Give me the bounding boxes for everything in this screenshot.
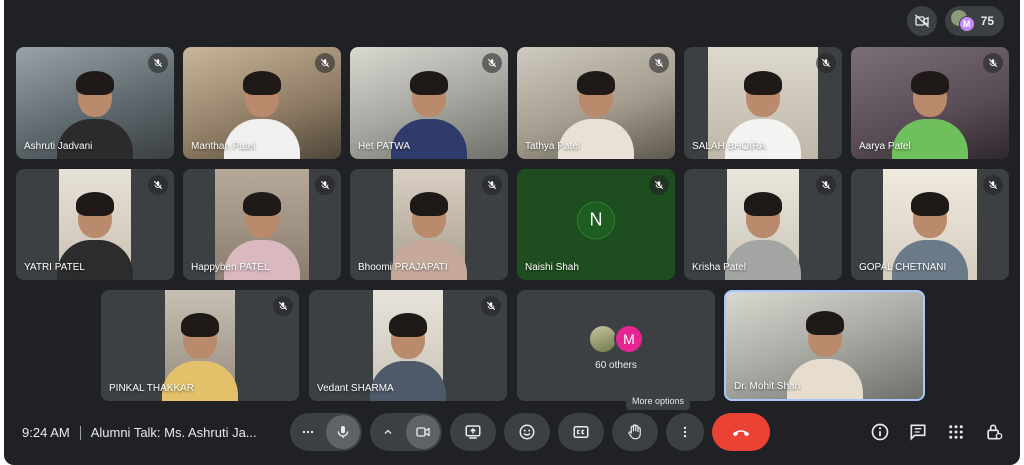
apps-grid-icon <box>949 425 963 439</box>
more-horizontal-icon <box>302 430 314 434</box>
mic-control <box>290 413 362 451</box>
others-count: 60 others <box>595 360 637 371</box>
participant-name: Krisha Patel <box>692 262 746 273</box>
chat-button[interactable] <box>904 418 932 446</box>
camera-icon <box>416 427 430 437</box>
side-panel-controls <box>866 418 1008 446</box>
meeting-window: M 75 Ashruti Jadvani Manthan Patel Het P… <box>4 0 1020 465</box>
mic-off-icon <box>816 53 836 73</box>
mic-off-icon <box>148 175 168 195</box>
audio-settings-button[interactable] <box>290 413 326 451</box>
mic-off-icon <box>482 53 502 73</box>
camera-control <box>370 413 442 451</box>
participant-tile[interactable]: PINKAL THAKKAR <box>101 290 299 401</box>
avatar: M <box>614 324 644 354</box>
participant-name: Aarya Patel <box>859 141 911 152</box>
mic-off-icon <box>816 175 836 195</box>
participant-tile[interactable]: Vedant SHARMA <box>309 290 507 401</box>
participant-count: 75 <box>980 14 994 28</box>
self-tile[interactable]: Dr. Mohit Shah <box>724 290 925 401</box>
participant-tile[interactable]: Aarya Patel <box>851 47 1009 159</box>
participant-tile[interactable]: GOPAL CHETNANI <box>851 169 1009 280</box>
meeting-time: 9:24 AM <box>22 425 70 440</box>
host-controls-button[interactable] <box>980 418 1008 446</box>
participant-video <box>786 299 863 399</box>
avatar: M <box>958 16 975 32</box>
reactions-button[interactable] <box>504 413 550 451</box>
participant-name: PINKAL THAKKAR <box>109 383 195 394</box>
mic-off-icon <box>315 175 335 195</box>
raise-hand-button[interactable] <box>612 413 658 451</box>
participant-name: Het PATWA <box>358 141 411 152</box>
microphone-icon <box>337 426 349 438</box>
more-vertical-icon <box>683 426 687 438</box>
no-video-indicator[interactable] <box>906 6 937 36</box>
emoji-icon <box>519 424 535 440</box>
call-controls <box>290 413 770 451</box>
closed-captions-icon <box>573 426 589 438</box>
activities-button[interactable] <box>942 418 970 446</box>
more-options-tooltip: More options <box>626 392 691 410</box>
leave-call-button[interactable] <box>712 413 770 451</box>
mic-off-icon <box>649 175 669 195</box>
meeting-details-button[interactable] <box>866 418 894 446</box>
present-screen-icon <box>465 425 481 439</box>
meeting-title[interactable]: Alumni Talk: Ms. Ashruti Ja... <box>91 425 257 440</box>
info-icon <box>871 423 889 441</box>
participant-avatars: M <box>950 10 975 32</box>
participant-name: GOPAL CHETNANI <box>859 262 947 273</box>
mic-off-icon <box>273 296 293 316</box>
avatar: N <box>577 200 615 239</box>
mic-off-icon <box>148 53 168 73</box>
microphone-button[interactable] <box>326 415 360 449</box>
participant-tile[interactable]: N Naishi Shah <box>517 169 675 280</box>
present-screen-button[interactable] <box>450 413 496 451</box>
participant-name: YATRI PATEL <box>24 262 85 273</box>
video-off-icon <box>914 14 929 28</box>
participant-name: Naishi Shah <box>525 262 579 273</box>
mic-off-icon <box>482 175 502 195</box>
mic-off-icon <box>983 53 1003 73</box>
lock-person-icon <box>987 424 1003 440</box>
participant-name: Vedant SHARMA <box>317 383 394 394</box>
mic-off-icon <box>481 296 501 316</box>
captions-button[interactable] <box>558 413 604 451</box>
participant-name: Manthan Patel <box>191 141 256 152</box>
hand-icon <box>628 424 641 440</box>
video-settings-button[interactable] <box>370 413 406 451</box>
camera-button[interactable] <box>406 415 440 449</box>
mic-off-icon <box>983 175 1003 195</box>
others-avatars: M <box>588 324 644 354</box>
participant-name: Happyben PATEL <box>191 262 270 273</box>
participants-button[interactable]: M 75 <box>944 6 1004 36</box>
mic-off-icon <box>649 53 669 73</box>
participant-name: Ashruti Jadvani <box>24 141 93 152</box>
mic-off-icon <box>315 53 335 73</box>
participant-tile[interactable]: Bhoomi PRAJAPATI <box>350 169 508 280</box>
participant-tile[interactable]: YATRI PATEL <box>16 169 174 280</box>
chat-icon <box>910 424 926 441</box>
participant-name: Dr. Mohit Shah <box>734 381 801 392</box>
participant-name: Bhoomi PRAJAPATI <box>358 262 448 273</box>
top-right-controls: M 75 <box>906 6 1004 36</box>
participant-name: SALAH BHOIRA <box>692 141 766 152</box>
participant-tile[interactable]: Krisha Patel <box>684 169 842 280</box>
divider <box>79 425 81 440</box>
participant-name: Tathya Patel <box>525 141 581 152</box>
more-options-button[interactable] <box>666 413 704 451</box>
participant-tile[interactable]: Ashruti Jadvani <box>16 47 174 159</box>
participant-tile[interactable]: SALAH BHOIRA <box>684 47 842 159</box>
others-tile[interactable]: M 60 others <box>517 290 715 401</box>
participant-tile[interactable]: Happyben PATEL <box>183 169 341 280</box>
participant-tile[interactable]: Manthan Patel <box>183 47 341 159</box>
participant-tile[interactable]: Het PATWA <box>350 47 508 159</box>
meeting-info: 9:24 AM Alumni Talk: Ms. Ashruti Ja... <box>22 425 257 440</box>
chevron-up-icon <box>384 429 392 434</box>
end-call-icon <box>732 430 750 437</box>
participant-tile[interactable]: Tathya Patel <box>517 47 675 159</box>
